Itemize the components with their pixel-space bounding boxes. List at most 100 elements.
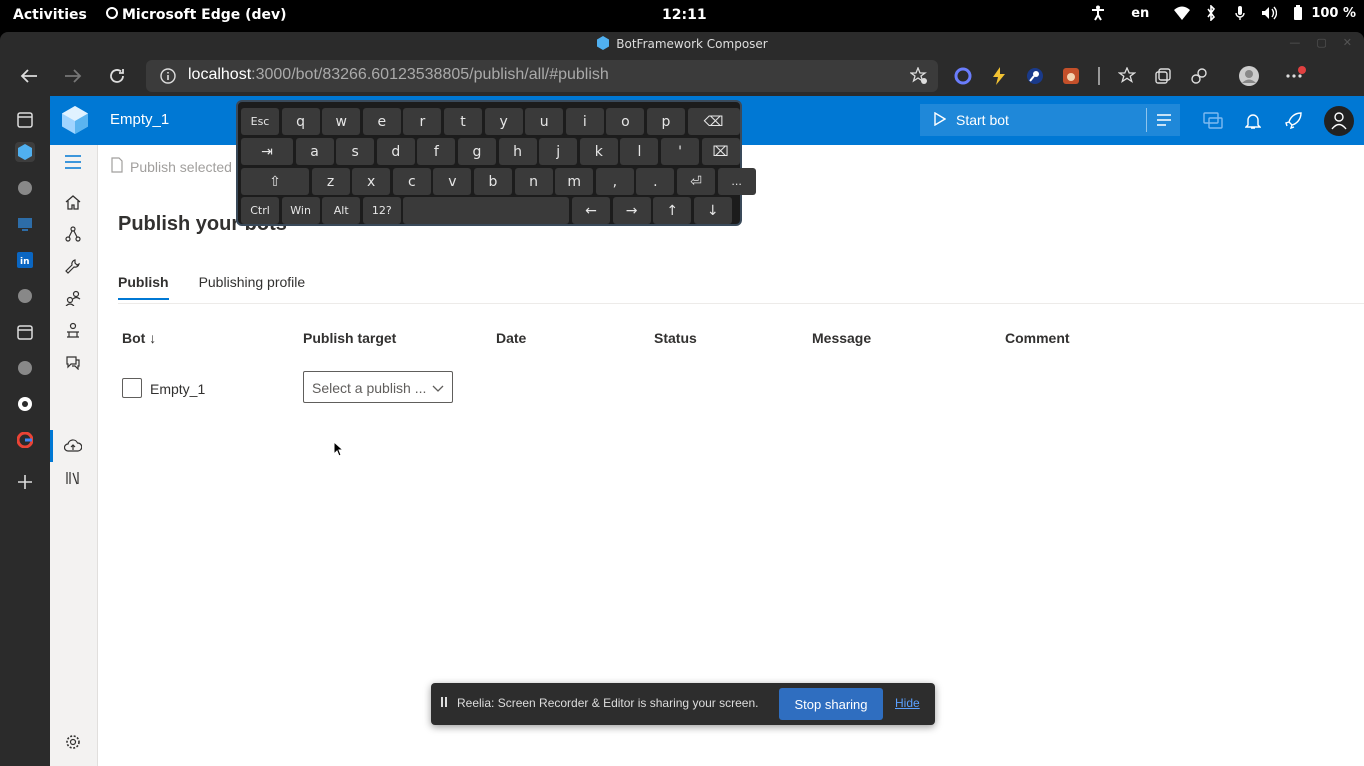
key-1-7[interactable]: j: [539, 138, 578, 165]
key-2-10[interactable]: ⏎: [677, 168, 715, 195]
tab-publishing-profile[interactable]: Publishing profile: [199, 270, 306, 300]
wrench-icon[interactable]: [62, 255, 84, 277]
collections-icon[interactable]: [1152, 65, 1174, 87]
key-0-1[interactable]: q: [281, 108, 320, 135]
key-1-4[interactable]: f: [417, 138, 456, 165]
sidebar-google-icon[interactable]: [15, 430, 35, 450]
key-0-8[interactable]: i: [565, 108, 604, 135]
info-icon[interactable]: [160, 68, 176, 88]
skills-icon[interactable]: [62, 287, 84, 309]
key-1-9[interactable]: l: [620, 138, 659, 165]
bot-row-checkbox[interactable]: [122, 378, 142, 398]
column-header-date[interactable]: Date: [496, 330, 526, 346]
address-bar[interactable]: localhost:3000/bot/83266.60123538805/pub…: [146, 60, 938, 92]
key-1-10[interactable]: ': [661, 138, 699, 165]
extension-animal-icon[interactable]: [1060, 65, 1082, 87]
refresh-button[interactable]: [105, 64, 129, 88]
accessibility-icon[interactable]: [1090, 5, 1106, 21]
key-0-11[interactable]: ⌫: [687, 108, 740, 135]
key-3-5[interactable]: ←: [572, 197, 610, 224]
system-tray[interactable]: en 100 %: [1090, 5, 1356, 21]
key-3-7[interactable]: ↑: [653, 197, 692, 224]
sidebar-tab-icon[interactable]: [15, 110, 35, 130]
sidebar-github-icon-4[interactable]: [15, 394, 35, 414]
hide-link[interactable]: Hide: [895, 696, 920, 710]
column-header-bot[interactable]: Bot ↓: [122, 330, 156, 346]
column-header-publish-target[interactable]: Publish target: [303, 330, 396, 346]
language-indicator[interactable]: en: [1131, 6, 1149, 21]
start-bot-menu-icon[interactable]: [1156, 112, 1172, 131]
key-0-2[interactable]: w: [322, 108, 361, 135]
key-0-6[interactable]: y: [484, 108, 523, 135]
profile-avatar-icon[interactable]: [1238, 65, 1260, 87]
conversation-icon[interactable]: [62, 351, 84, 373]
key-space[interactable]: [403, 197, 570, 224]
column-header-message[interactable]: Message: [812, 330, 871, 346]
key-1-0[interactable]: ⇥: [241, 138, 293, 165]
key-2-3[interactable]: c: [392, 168, 431, 195]
extension-bolt-icon[interactable]: [988, 65, 1010, 87]
extension-copilot-icon[interactable]: [952, 65, 974, 87]
key-3-3[interactable]: 12?: [362, 197, 401, 224]
key-2-8[interactable]: ,: [595, 168, 634, 195]
key-0-0[interactable]: Esc: [241, 108, 279, 135]
column-header-comment[interactable]: Comment: [1005, 330, 1070, 346]
sidebar-monitor-icon[interactable]: [15, 214, 35, 234]
chat-emulator-icon[interactable]: [1202, 110, 1224, 132]
key-1-5[interactable]: g: [458, 138, 496, 165]
forward-button[interactable]: [61, 64, 85, 88]
sidebar-linkedin-icon[interactable]: in: [15, 250, 35, 270]
key-0-3[interactable]: e: [362, 108, 401, 135]
design-flow-icon[interactable]: [62, 223, 84, 245]
publish-cloud-icon[interactable]: [62, 435, 84, 457]
app-menu[interactable]: Microsoft Edge (dev): [106, 7, 287, 23]
key-1-6[interactable]: h: [498, 138, 537, 165]
close-icon[interactable]: ✕: [1343, 36, 1352, 49]
home-icon[interactable]: [62, 191, 84, 213]
favorites-icon[interactable]: [1116, 65, 1138, 87]
package-library-icon[interactable]: [62, 467, 84, 489]
back-button[interactable]: [17, 64, 41, 88]
tab-publish[interactable]: Publish: [118, 270, 169, 300]
key-2-5[interactable]: b: [474, 168, 512, 195]
key-0-4[interactable]: r: [403, 108, 442, 135]
activities-button[interactable]: Activities: [13, 7, 87, 23]
key-2-2[interactable]: x: [352, 168, 391, 195]
key-1-3[interactable]: d: [376, 138, 415, 165]
key-2-7[interactable]: m: [555, 168, 594, 195]
key-1-1[interactable]: a: [295, 138, 334, 165]
sidebar-composer-icon[interactable]: [15, 142, 35, 162]
key-3-8[interactable]: ↓: [693, 197, 732, 224]
key-1-8[interactable]: k: [579, 138, 618, 165]
sidebar-github-icon-3[interactable]: [15, 358, 35, 378]
key-0-7[interactable]: u: [525, 108, 564, 135]
key-2-4[interactable]: v: [433, 168, 472, 195]
publish-target-dropdown[interactable]: Select a publish ...: [303, 371, 453, 403]
key-3-2[interactable]: Alt: [322, 197, 361, 224]
start-bot-button[interactable]: Start bot: [920, 104, 1180, 136]
sidebar-github-icon-2[interactable]: [15, 286, 35, 306]
notification-bell-icon[interactable]: [1242, 110, 1264, 132]
key-2-0[interactable]: ⇧: [241, 168, 309, 195]
key-1-11[interactable]: ⌧: [701, 138, 740, 165]
favorite-add-icon[interactable]: [909, 66, 928, 89]
key-1-2[interactable]: s: [336, 138, 375, 165]
key-2-6[interactable]: n: [514, 168, 553, 195]
extension-key-icon[interactable]: [1024, 65, 1046, 87]
clock[interactable]: 12:11: [662, 7, 707, 23]
sidebar-add-icon[interactable]: [15, 472, 35, 492]
user-avatar-icon[interactable]: [1324, 106, 1354, 136]
key-2-11[interactable]: ...: [717, 168, 756, 195]
bot-responses-icon[interactable]: [62, 319, 84, 341]
key-3-1[interactable]: Win: [281, 197, 320, 224]
key-3-0[interactable]: Ctrl: [241, 197, 279, 224]
maximize-icon[interactable]: ▢: [1316, 36, 1326, 49]
key-0-5[interactable]: t: [444, 108, 482, 135]
rocket-icon[interactable]: [1282, 110, 1304, 132]
key-2-1[interactable]: z: [311, 168, 350, 195]
extensions-icon[interactable]: [1188, 65, 1210, 87]
window-titlebar[interactable]: BotFramework Composer — ▢ ✕: [0, 32, 1364, 56]
sidebar-github-icon[interactable]: [15, 178, 35, 198]
minimize-icon[interactable]: —: [1289, 36, 1300, 49]
key-3-6[interactable]: →: [612, 197, 651, 224]
